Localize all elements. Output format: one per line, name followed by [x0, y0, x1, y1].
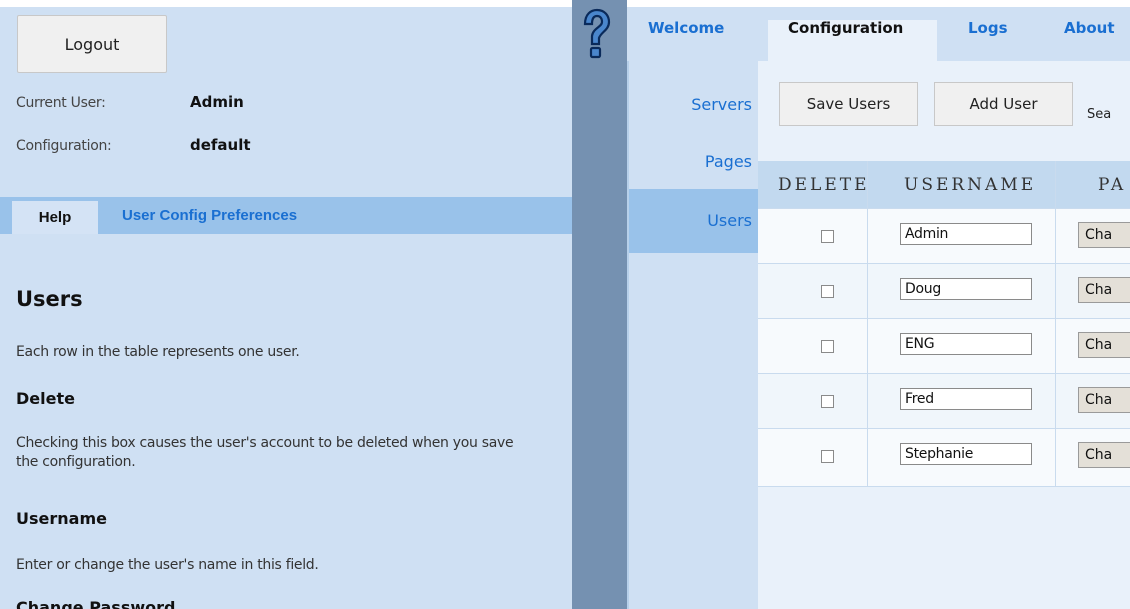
delete-checkbox[interactable]	[821, 230, 834, 243]
help-title: Users	[16, 287, 83, 311]
search-label: Sea	[1087, 107, 1112, 122]
current-user-label: Current User:	[16, 95, 106, 111]
help-heading-delete: Delete	[16, 389, 75, 408]
change-password-button[interactable]: Cha	[1078, 442, 1130, 468]
table-row: Doug Cha	[758, 263, 1130, 319]
change-password-button[interactable]: Cha	[1078, 222, 1130, 248]
username-field[interactable]: Stephanie	[900, 443, 1032, 465]
column-header-username: USERNAME	[904, 175, 1037, 195]
table-row: ENG Cha	[758, 318, 1130, 374]
save-users-button[interactable]: Save Users	[779, 82, 918, 126]
configuration-label: Configuration:	[16, 138, 112, 154]
logout-button[interactable]: Logout	[17, 15, 167, 73]
users-content: Save Users Add User Sea DELETE USERNAME …	[758, 61, 1130, 609]
help-intro: Each row in the table represents one use…	[16, 344, 300, 360]
question-mark-icon[interactable]	[581, 8, 611, 60]
change-password-button[interactable]: Cha	[1078, 332, 1130, 358]
delete-checkbox[interactable]	[821, 395, 834, 408]
username-field[interactable]: Fred	[900, 388, 1032, 410]
config-side-nav: Servers Pages Users	[627, 61, 760, 609]
table-row: Fred Cha	[758, 373, 1130, 429]
side-nav-pages[interactable]: Pages	[705, 152, 752, 171]
table-row: Stephanie Cha	[758, 428, 1130, 487]
help-heading-username: Username	[16, 509, 107, 528]
delete-checkbox[interactable]	[821, 340, 834, 353]
help-text-delete: Checking this box causes the user's acco…	[16, 435, 514, 470]
configuration-value: default	[190, 136, 251, 154]
help-heading-change-password: Change Password	[16, 598, 176, 609]
main-tab-strip: Welcome Configuration Logs About	[627, 7, 1130, 61]
table-row: Admin Cha	[758, 208, 1130, 264]
delete-checkbox[interactable]	[821, 450, 834, 463]
column-divider	[867, 161, 868, 486]
tab-logs[interactable]: Logs	[968, 19, 1008, 37]
column-header-password: PA	[1098, 175, 1127, 195]
tab-user-config-preferences[interactable]: User Config Preferences	[122, 197, 297, 234]
tab-help[interactable]: Help	[12, 201, 98, 234]
help-panel: Logout Current User: Admin Configuration…	[0, 7, 572, 609]
panel-divider	[572, 0, 627, 609]
users-content-area: Save Users Add User Sea DELETE USERNAME …	[758, 61, 1130, 609]
help-text-username: Enter or change the user's name in this …	[16, 557, 319, 573]
current-user-value: Admin	[190, 93, 244, 111]
username-field[interactable]: Doug	[900, 278, 1032, 300]
username-field[interactable]: Admin	[900, 223, 1032, 245]
column-divider	[1055, 161, 1056, 486]
tab-welcome[interactable]: Welcome	[648, 19, 724, 37]
side-nav-users[interactable]: Users	[707, 211, 752, 230]
help-tab-strip: Help User Config Preferences	[0, 197, 572, 234]
side-nav-servers[interactable]: Servers	[691, 95, 752, 114]
change-password-button[interactable]: Cha	[1078, 277, 1130, 303]
username-field[interactable]: ENG	[900, 333, 1032, 355]
tab-about[interactable]: About	[1064, 19, 1115, 37]
delete-checkbox[interactable]	[821, 285, 834, 298]
tab-configuration[interactable]: Configuration	[788, 19, 903, 37]
change-password-button[interactable]: Cha	[1078, 387, 1130, 413]
column-header-delete: DELETE	[778, 175, 870, 195]
add-user-button[interactable]: Add User	[934, 82, 1073, 126]
